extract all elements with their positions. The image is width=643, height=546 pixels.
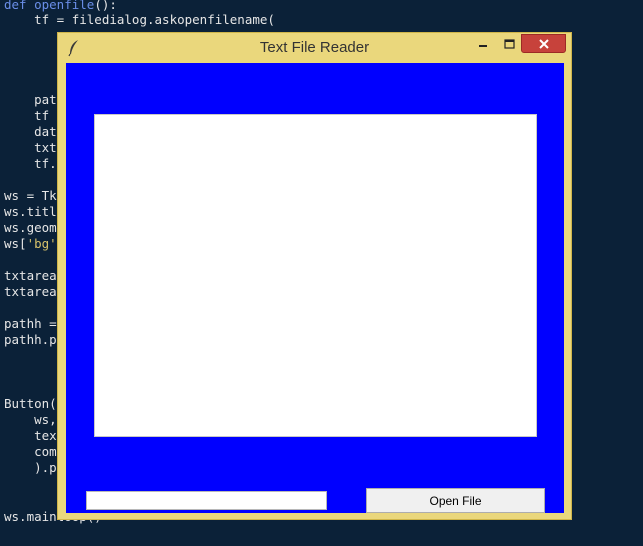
text-file-reader-window: Text File Reader Open File (57, 32, 572, 520)
code-line: ws, (4, 412, 57, 427)
path-entry[interactable] (86, 491, 327, 510)
close-icon (538, 34, 549, 53)
code-keyword: def (4, 0, 27, 12)
code-line: txtarea (4, 284, 57, 299)
code-line: dat (4, 124, 57, 139)
code-line: tf. (4, 156, 57, 171)
code-line: com (4, 444, 57, 459)
maximize-icon (503, 34, 515, 53)
window-client-area: Open File (66, 63, 564, 513)
code-line: ws = Tk (4, 188, 57, 203)
open-file-button[interactable]: Open File (366, 488, 545, 513)
code-line: def openfile(): (4, 0, 117, 13)
code-text: (): (94, 0, 117, 12)
code-line: tex (4, 428, 57, 443)
code-line: pat (4, 92, 57, 107)
title-bar[interactable]: Text File Reader (58, 33, 571, 62)
text-area[interactable] (94, 114, 537, 437)
code-line: Button( (4, 396, 57, 411)
close-button[interactable] (521, 34, 566, 53)
code-text: ws[ (4, 236, 27, 251)
code-line: tf = filedialog.askopenfilename( (4, 12, 275, 27)
code-line: txt (4, 140, 57, 155)
maximize-button[interactable] (496, 34, 522, 53)
code-line: ws['bg'] (4, 236, 64, 252)
code-line: pathh = (4, 316, 57, 331)
code-string: 'bg' (26, 236, 57, 251)
code-function-name: openfile (26, 0, 95, 12)
code-line: ws.geom (4, 220, 57, 235)
minimize-button[interactable] (470, 34, 496, 53)
code-line: ).p (4, 460, 57, 475)
code-line: txtarea (4, 268, 57, 283)
code-line: ws.titl (4, 204, 57, 219)
minimize-icon (478, 34, 488, 53)
code-line: tf (4, 108, 50, 123)
code-line: pathh.p (4, 332, 57, 347)
